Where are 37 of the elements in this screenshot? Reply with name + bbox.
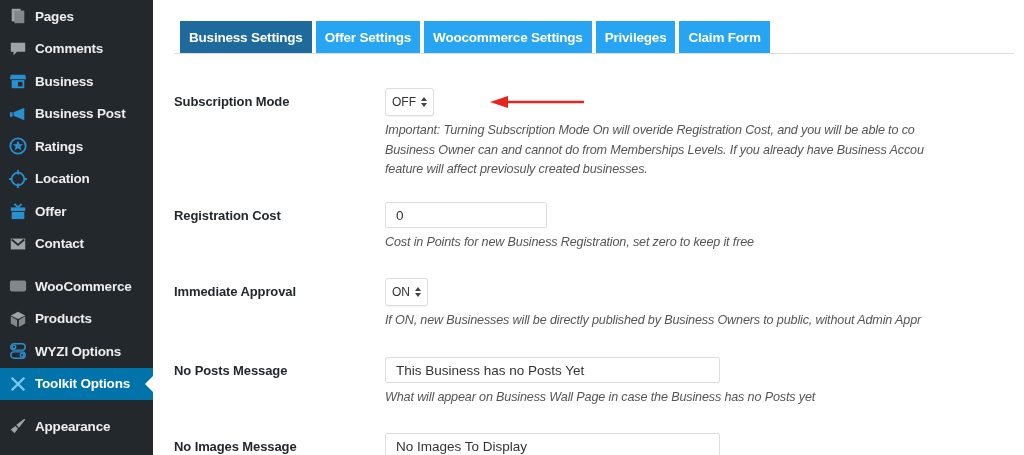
setting-label: No Images Message	[174, 438, 298, 455]
setting-label: No Posts Message	[174, 361, 289, 380]
menu-item[interactable]: WooCommerce	[0, 270, 153, 303]
text-field[interactable]: This Business has no Posts Yet	[385, 356, 720, 383]
menu-item[interactable]: Contact	[0, 227, 153, 260]
toggle-select[interactable]: OFF	[385, 88, 434, 116]
menu-item[interactable]: Business	[0, 65, 153, 98]
setting-label: Subscription Mode	[174, 93, 291, 111]
brush-icon	[9, 417, 27, 436]
settings-tab[interactable]: Business Settings	[180, 21, 312, 53]
help-text: Cost in Points for new Business Registration, set zero to keep it free	[385, 233, 755, 251]
box-icon	[9, 309, 27, 328]
storefront-icon	[9, 72, 27, 91]
menu-item[interactable]: Pages	[0, 0, 153, 33]
toggle-icon	[9, 342, 27, 361]
crosshair-icon	[9, 169, 27, 188]
setting-label: Immediate Approval	[174, 283, 297, 301]
up-down-icon	[415, 287, 421, 297]
menu-item[interactable]: Appearance	[0, 410, 153, 443]
menu-item[interactable]: Ratings	[0, 130, 153, 163]
help-text: If ON, new Businesses will be directly published by Business Owners to public, without Admin Appr	[385, 312, 923, 329]
menu-item[interactable]: Products	[0, 302, 153, 335]
help-text: What will appear on Business Wall Page in case the Business has no Posts yet	[385, 388, 817, 406]
menu-item[interactable]: Toolkit Options	[0, 367, 153, 400]
menu-item[interactable]: Offer	[0, 195, 153, 228]
up-down-icon	[421, 97, 427, 107]
menu-item[interactable]: Business Post	[0, 97, 153, 130]
setting-label: Registration Cost	[174, 206, 282, 225]
toggle-select[interactable]: ON	[385, 278, 428, 306]
text-field[interactable]: No Images To Display	[385, 433, 720, 455]
gift-icon	[9, 202, 27, 221]
pages-icon	[9, 7, 27, 26]
help-text: Important: Turning Subscription Mode On will overide Registration Cost, and you will be able to co Business Owner can and cannot do from Memberships Levels. If you already have Business Accou feature will affect previosuly created businesses.	[385, 122, 925, 178]
menu-item[interactable]: Comments	[0, 32, 153, 65]
menu-item[interactable]: Location	[0, 162, 153, 195]
text-field[interactable]: 0	[385, 201, 547, 228]
menu-item[interactable]: WYZI Options	[0, 335, 153, 368]
